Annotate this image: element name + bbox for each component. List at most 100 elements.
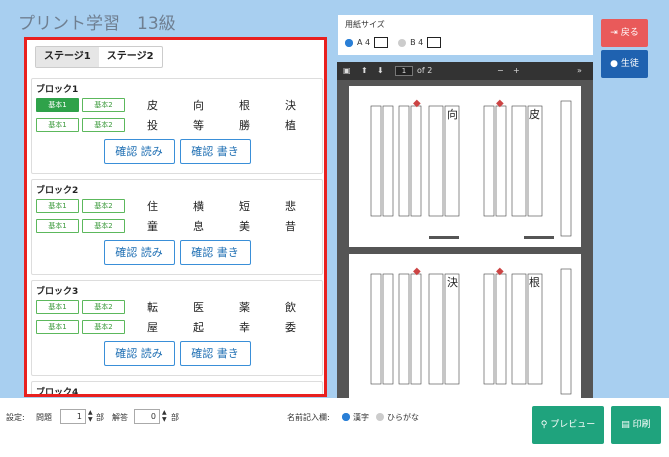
kanji-cell: 短 [239, 200, 250, 213]
kanji-cell: 息 [193, 220, 204, 233]
print-icon: ▤ [621, 420, 633, 430]
kanji-cell: 投 [147, 119, 158, 132]
kanji-cell: 皮 [147, 99, 158, 112]
app-title: プリント学習 13級 [18, 14, 176, 34]
b4-radio[interactable] [398, 38, 407, 47]
kanji-cell: 飲 [285, 301, 296, 314]
kanji-cell: 転 [147, 301, 158, 314]
kanji-cell: 等 [193, 119, 204, 132]
kanji-cell: 決 [285, 99, 296, 112]
name-field-label: 名前記入欄: [287, 413, 330, 422]
kanji-row: 基本1 基本2 童 息 美 昔 [36, 218, 318, 234]
kihon1-button[interactable]: 基本1 [36, 300, 79, 314]
pdf-viewer: ▣ ⬆ ⬇ 1 of 2 − + » 向 皮 ◆ ◆ 決 根 ◆ ◆ [337, 62, 593, 398]
block-3: ブロック3 基本1 基本2 転 医 薬 飲 基本1 基本2 屋 起 幸 委 確認… [31, 280, 323, 376]
student-label: 生徒 [620, 59, 639, 69]
kanji-cell: 薬 [239, 301, 250, 314]
kihon1-button[interactable]: 基本1 [36, 320, 79, 334]
a4-radio[interactable] [345, 38, 353, 47]
check-write-button[interactable]: 確認 書き [179, 341, 251, 366]
svg-text:◆: ◆ [496, 98, 504, 109]
kihon2-button[interactable]: 基本2 [82, 199, 125, 213]
kihon1-button[interactable]: 基本1 [36, 118, 79, 132]
block-title: ブロック1 [36, 85, 79, 95]
kanji-cell: 植 [285, 119, 296, 132]
block-2: ブロック2 基本1 基本2 住 横 短 悲 基本1 基本2 童 息 美 昔 確認… [31, 179, 323, 275]
check-read-button[interactable]: 確認 読み [103, 139, 175, 164]
paper-size-label: 用紙サイズ [345, 20, 385, 29]
zoom-in-button[interactable]: + [513, 66, 520, 75]
hiragana-option-label: ひらがな [387, 413, 419, 422]
check-write-button[interactable]: 確認 書き [179, 240, 251, 265]
worksheet-kanji: 決 [447, 276, 458, 289]
kanji-cell: 根 [239, 99, 250, 112]
svg-text:◆: ◆ [413, 266, 421, 277]
kihon2-button[interactable]: 基本2 [82, 300, 125, 314]
student-button[interactable]: ● 生徒 [601, 50, 648, 78]
mondai-stepper[interactable]: ▲ ▼ [88, 409, 94, 424]
kanji-cell: 美 [239, 220, 250, 233]
check-read-button[interactable]: 確認 読み [103, 341, 175, 366]
preview-label: プレビュー [550, 420, 596, 430]
a4-label: A 4 [357, 38, 371, 47]
kanji-row: 基本1 基本2 住 横 短 悲 [36, 198, 318, 214]
pdf-page-2: 決 根 ◆ ◆ [349, 254, 581, 398]
kihon2-button[interactable]: 基本2 [82, 320, 125, 334]
down-arrow-icon[interactable]: ⬇ [377, 66, 384, 75]
kanji-cell: 医 [193, 301, 204, 314]
b4-page-icon [427, 37, 442, 48]
kanji-cell: 勝 [239, 119, 250, 132]
tab-stage1[interactable]: ステージ1 [36, 47, 99, 67]
kanji-row: 基本1 基本2 転 医 薬 飲 [36, 299, 318, 315]
kihon2-button[interactable]: 基本2 [82, 98, 125, 112]
worksheet-preview: 決 根 ◆ ◆ [370, 266, 572, 395]
print-button[interactable]: ▤ 印刷 [611, 406, 661, 444]
kihon2-button[interactable]: 基本2 [82, 118, 125, 132]
kanji-cell: 住 [147, 200, 158, 213]
kanji-cell: 昔 [285, 220, 296, 233]
bu-label-2: 部 [171, 413, 179, 422]
settings-bar: 設定: 問題 1 ▲ ▼ 部 解答 0 ▲ ▼ 部 名前記入欄: 漢字 ひらがな ⚲… [0, 398, 669, 457]
svg-text:◆: ◆ [413, 98, 421, 109]
b4-label: B 4 [410, 38, 424, 47]
block-title: ブロック4 [36, 388, 79, 397]
kanji-cell: 委 [285, 321, 296, 334]
up-arrow-icon[interactable]: ⬆ [361, 66, 368, 75]
check-read-button[interactable]: 確認 読み [103, 240, 175, 265]
page-count: of 2 [417, 66, 433, 75]
back-label: 戻る [620, 28, 639, 38]
kaito-stepper[interactable]: ▲ ▼ [162, 409, 168, 424]
print-label: 印刷 [632, 420, 651, 430]
hiragana-radio[interactable] [376, 413, 384, 421]
block-4: ブロック4 [31, 381, 323, 397]
kihon1-button[interactable]: 基本1 [36, 199, 79, 213]
kanji-cell: 屋 [147, 321, 158, 334]
more-tools-button[interactable]: » [577, 66, 582, 75]
preview-button[interactable]: ⚲ プレビュー [532, 406, 604, 444]
user-icon: ● [610, 59, 621, 69]
sidebar-toggle-icon[interactable]: ▣ [343, 66, 351, 75]
a4-page-icon [374, 37, 389, 48]
block-title: ブロック3 [36, 287, 79, 297]
kihon1-button[interactable]: 基本1 [36, 219, 79, 233]
settings-label: 設定: [6, 413, 25, 422]
page-number-input[interactable]: 1 [395, 66, 413, 76]
kanji-row: 基本1 基本2 屋 起 幸 委 [36, 319, 318, 335]
kanji-row: 基本1 基本2 皮 向 根 決 [36, 97, 318, 113]
search-icon: ⚲ [540, 420, 551, 430]
worksheet-kanji: 皮 [529, 108, 540, 121]
mondai-count-input[interactable]: 1 [60, 409, 86, 424]
back-button[interactable]: ⇥ 戻る [601, 19, 648, 47]
kanji-radio[interactable] [342, 413, 350, 421]
kanji-option-label: 漢字 [353, 413, 369, 422]
tab-stage2[interactable]: ステージ2 [99, 47, 162, 67]
kihon1-button[interactable]: 基本1 [36, 98, 79, 112]
stage-panel: ステージ1 ステージ2 ブロック1 基本1 基本2 皮 向 根 決 基本1 基本… [24, 37, 327, 397]
kaito-label: 解答 [112, 413, 128, 422]
kanji-cell: 童 [147, 220, 158, 233]
check-write-button[interactable]: 確認 書き [179, 139, 251, 164]
kihon2-button[interactable]: 基本2 [82, 219, 125, 233]
kaito-count-input[interactable]: 0 [134, 409, 160, 424]
pdf-page-1: 向 皮 ◆ ◆ [349, 86, 581, 247]
zoom-out-button[interactable]: − [497, 66, 504, 75]
